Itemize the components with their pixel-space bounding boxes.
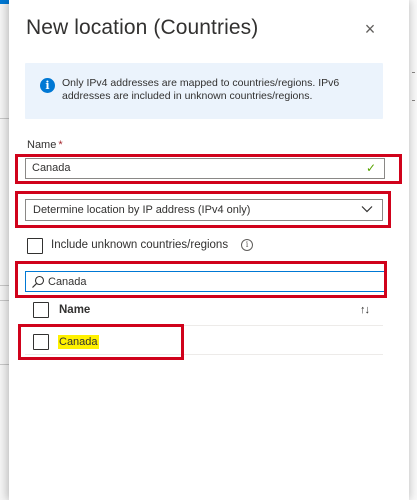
annotation-box-canada-row	[18, 324, 184, 360]
annotation-box-location-method	[15, 191, 391, 228]
background-mark	[412, 100, 415, 101]
sort-icon[interactable]: ↑↓	[360, 304, 370, 316]
info-icon: i	[40, 78, 55, 93]
info-circle-icon[interactable]: i	[241, 239, 253, 251]
name-label-text: Name	[27, 139, 57, 151]
info-banner: i Only IPv4 addresses are mapped to coun…	[25, 63, 383, 119]
name-field-label: Name *	[27, 139, 63, 151]
background-right-strip	[409, 0, 417, 500]
info-banner-text: Only IPv4 addresses are mapped to countr…	[62, 77, 340, 102]
annotation-box-search	[15, 261, 387, 298]
required-mark: *	[58, 139, 63, 151]
column-header-name[interactable]: Name	[59, 304, 90, 316]
close-button[interactable]: ×	[359, 18, 381, 40]
panel-title: New location (Countries)	[26, 16, 259, 39]
select-all-checkbox[interactable]	[33, 302, 49, 318]
new-location-panel: New location (Countries) × i Only IPv4 a…	[9, 0, 409, 500]
annotation-box-name	[15, 154, 402, 184]
include-unknown-label: Include unknown countries/regions	[51, 239, 229, 251]
background-mark	[412, 72, 415, 73]
include-unknown-checkbox[interactable]	[27, 238, 43, 254]
